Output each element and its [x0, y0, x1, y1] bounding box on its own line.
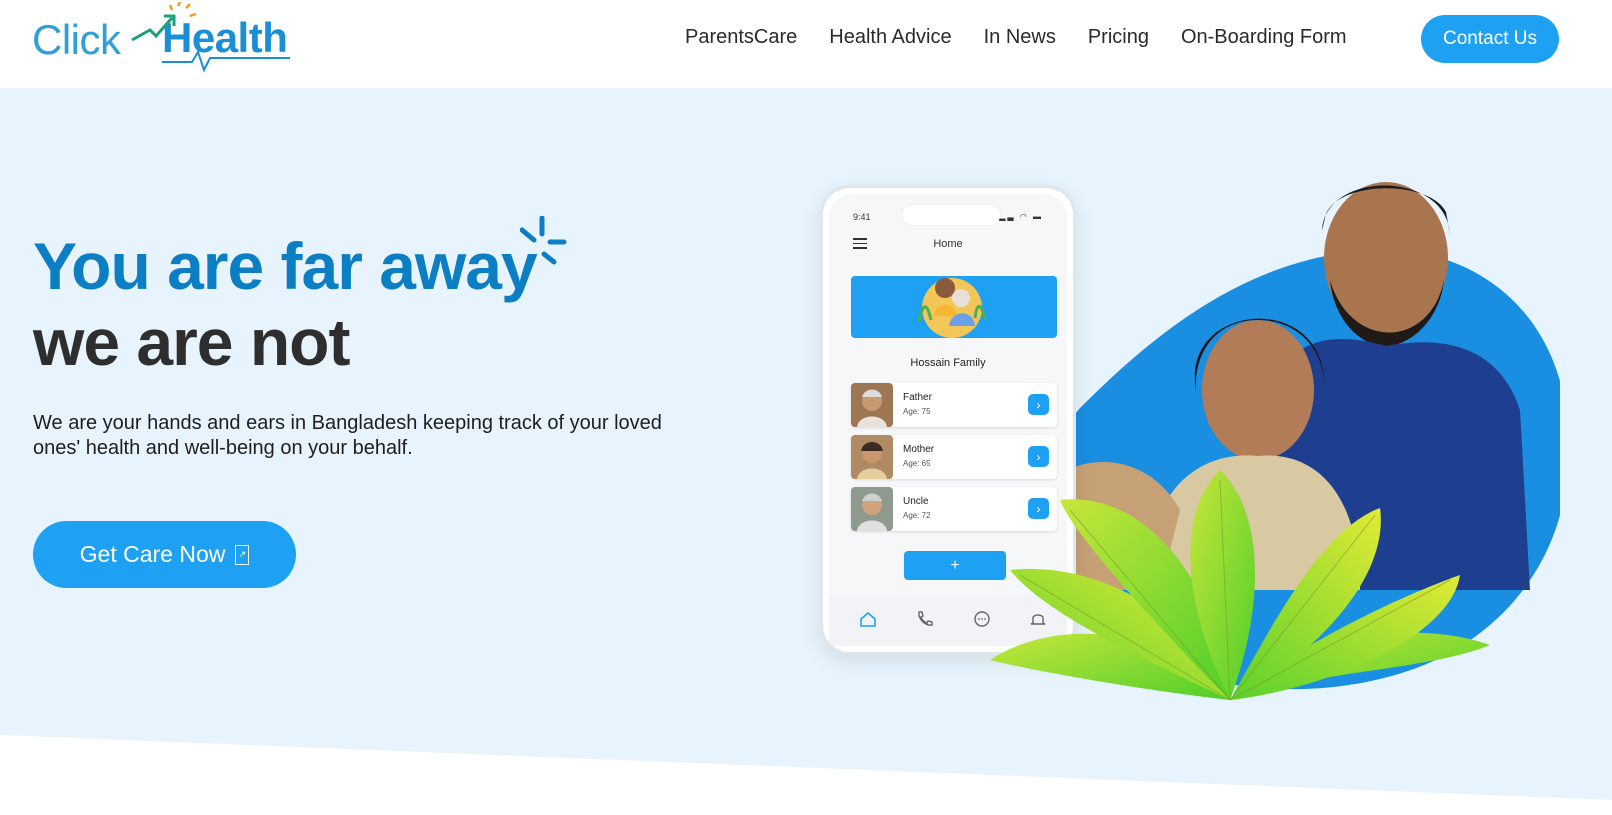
nav-in-news[interactable]: In News	[984, 26, 1056, 49]
family-illustration	[917, 278, 987, 338]
member-name: Father	[903, 392, 932, 403]
external-icon: ↗	[235, 544, 250, 565]
contact-us-button[interactable]: Contact Us	[1421, 15, 1559, 63]
site-header: Click Health ParentsCare Health Advice I…	[0, 0, 1612, 88]
click-health-logo[interactable]: Click Health	[32, 2, 302, 73]
member-name: Mother	[903, 444, 935, 455]
nav-pricing[interactable]: Pricing	[1088, 26, 1149, 49]
member-name: Uncle	[903, 496, 929, 507]
member-age: Age: 75	[903, 407, 931, 416]
status-icons: ▂▃ ◠ ▬	[999, 212, 1043, 221]
headline-secondary: we are not	[33, 305, 350, 379]
chevron-right-icon[interactable]: ›	[1028, 446, 1049, 467]
member-avatar	[851, 383, 893, 427]
family-banner	[851, 276, 1057, 338]
chat-icon[interactable]	[973, 610, 991, 628]
main-nav: ParentsCare Health Advice In News Pricin…	[685, 26, 1347, 49]
sparkle-icon	[520, 216, 567, 265]
nav-health-advice[interactable]: Health Advice	[829, 26, 951, 49]
home-icon[interactable]	[859, 610, 877, 628]
nav-parentscare[interactable]: ParentsCare	[685, 26, 797, 49]
screen-title: Home	[933, 238, 963, 250]
hero-description: We are your hands and ears in Bangladesh…	[33, 412, 662, 459]
leaves-decoration	[990, 470, 1490, 701]
cta-label: Get Care Now	[79, 541, 226, 567]
member-age: Age: 65	[903, 459, 931, 468]
member-avatar	[851, 487, 893, 531]
logo-arrow-icon	[131, 2, 290, 73]
member-card-father[interactable]: Father Age: 75 ›	[851, 383, 1057, 427]
chevron-right-icon[interactable]: ›	[1028, 394, 1049, 415]
nav-onboarding-form[interactable]: On-Boarding Form	[1181, 26, 1347, 49]
hero-section: You are far away we are not We are your …	[0, 88, 1612, 815]
phone-icon[interactable]	[915, 610, 933, 628]
phone-notch	[901, 204, 1001, 226]
member-age: Age: 72	[903, 511, 931, 520]
family-name: Hossain Family	[910, 357, 986, 369]
member-avatar	[851, 435, 893, 479]
get-care-now-button[interactable]: Get Care Now ↗	[33, 521, 296, 588]
headline-primary: You are far away	[33, 229, 538, 303]
status-time: 9:41	[853, 212, 871, 222]
